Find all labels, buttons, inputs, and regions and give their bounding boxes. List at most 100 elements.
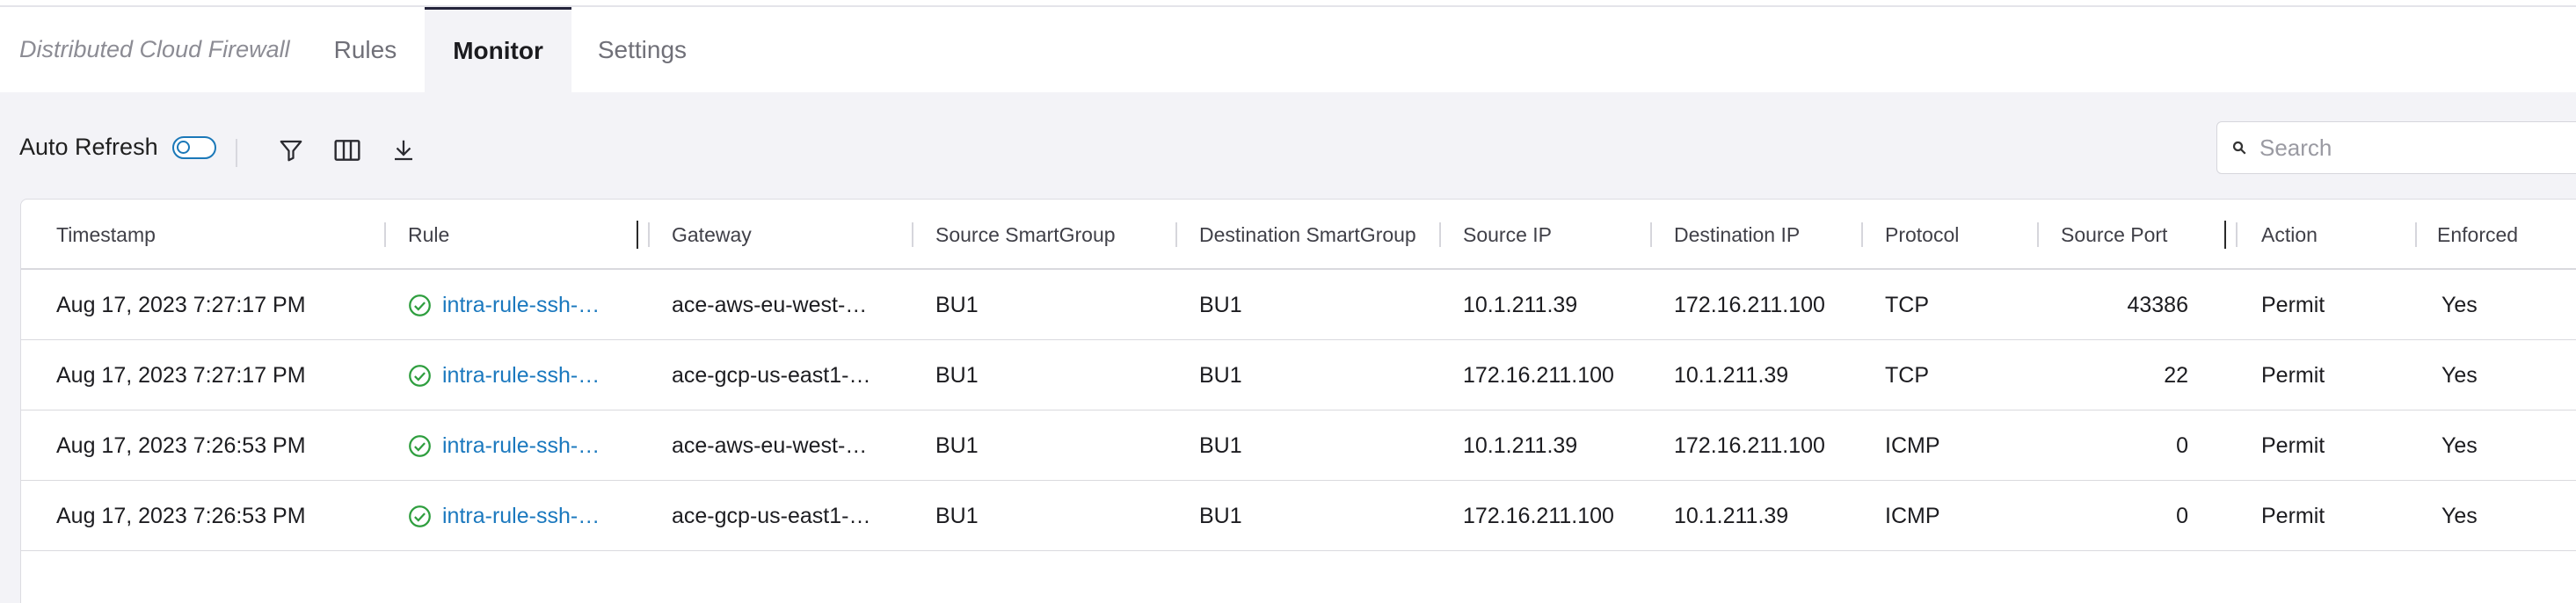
check-circle-icon [409,364,431,387]
cell-protocol: TCP [1885,362,1929,388]
logs-table: Timestamp Rule Gateway Source SmartGroup… [20,199,2576,603]
toolbar: Auto Refresh [0,121,2576,179]
col-destination-smartgroup[interactable]: Destination SmartGroup [1199,200,1416,270]
cell-action: Permit [2261,503,2325,528]
search-box [2216,121,2576,174]
col-source-smartgroup[interactable]: Source SmartGroup [935,200,1116,270]
rule-link[interactable]: intra-rule-ssh-… [408,433,600,459]
cell-rule: intra-rule-ssh-… [408,481,637,551]
rule-name: intra-rule-ssh-… [442,432,600,458]
check-circle-icon [409,434,431,457]
cell-action: Permit [2261,362,2325,388]
cell-source-port: 22 [2164,362,2188,388]
cell-gateway: ace-aws-eu-west-… [672,292,868,317]
cell-source-ip: 172.16.211.100 [1463,503,1614,528]
cell-source-ip: 10.1.211.39 [1463,432,1578,458]
table-row[interactable]: Aug 17, 2023 7:26:53 PM intra-rule-ssh-…… [21,481,2576,551]
rule-name: intra-rule-ssh-… [442,503,600,528]
col-enforced[interactable]: Enforced [2437,200,2518,270]
col-separator [1175,222,1177,247]
col-separator [648,222,650,247]
cell-gateway: ace-aws-eu-west-… [672,432,868,458]
auto-refresh-label: Auto Refresh [19,134,158,160]
cell-gateway: ace-gcp-us-east1-… [672,362,871,388]
cell-destination-ip: 10.1.211.39 [1674,362,1789,388]
col-rule[interactable]: Rule [408,200,449,270]
col-separator [1650,222,1652,247]
cell-enforced: Yes [2441,362,2478,388]
cell-rule: intra-rule-ssh-… [408,340,637,410]
cell-timestamp: Aug 17, 2023 7:27:17 PM [56,362,306,388]
tab-settings[interactable]: Settings [571,7,713,92]
search-icon [2231,139,2249,156]
table-header: Timestamp Rule Gateway Source SmartGroup… [21,200,2576,270]
rule-link[interactable]: intra-rule-ssh-… [408,293,600,318]
cell-source-smartgroup: BU1 [935,362,979,388]
cell-destination-ip: 10.1.211.39 [1674,503,1789,528]
table-row[interactable]: Aug 17, 2023 7:26:53 PM intra-rule-ssh-…… [21,410,2576,481]
auto-refresh: Auto Refresh [19,134,216,161]
cell-protocol: TCP [1885,292,1929,317]
filter-icon[interactable] [274,134,308,167]
col-separator [1439,222,1441,247]
col-gateway[interactable]: Gateway [672,200,752,270]
check-circle-icon [409,505,431,527]
rule-name: intra-rule-ssh-… [442,362,600,388]
col-separator [2037,222,2039,247]
cell-source-smartgroup: BU1 [935,432,979,458]
cell-source-smartgroup: BU1 [935,292,979,317]
cell-destination-smartgroup: BU1 [1199,432,1242,458]
cell-destination-ip: 172.16.211.100 [1674,432,1825,458]
col-destination-ip[interactable]: Destination IP [1674,200,1800,270]
top-border [0,0,2576,7]
cell-rule: intra-rule-ssh-… [408,410,637,481]
app-title: Distributed Cloud Firewall [19,36,290,62]
cell-timestamp: Aug 17, 2023 7:26:53 PM [56,503,306,528]
tab-bar: Distributed Cloud Firewall Rules Monitor… [0,7,2576,92]
cell-destination-smartgroup: BU1 [1199,292,1242,317]
toggle-knob [176,140,190,154]
cell-timestamp: Aug 17, 2023 7:26:53 PM [56,432,306,458]
cell-enforced: Yes [2441,432,2478,458]
cell-enforced: Yes [2441,292,2478,317]
cell-protocol: ICMP [1885,432,1940,458]
rule-link[interactable]: intra-rule-ssh-… [408,504,600,529]
tab-monitor[interactable]: Monitor [425,7,571,92]
cell-source-port: 0 [2176,503,2188,528]
cell-source-ip: 10.1.211.39 [1463,292,1578,317]
cell-source-smartgroup: BU1 [935,503,979,528]
cell-destination-ip: 172.16.211.100 [1674,292,1825,317]
columns-icon[interactable] [331,134,364,167]
tab-rules[interactable]: Rules [308,7,426,92]
col-separator [2415,222,2417,247]
col-separator [384,222,386,247]
col-timestamp[interactable]: Timestamp [56,200,156,270]
col-source-ip[interactable]: Source IP [1463,200,1552,270]
auto-refresh-toggle[interactable] [171,135,216,159]
check-circle-icon [409,294,431,316]
toolbar-divider [236,139,237,167]
table-row[interactable]: Aug 17, 2023 7:27:17 PM intra-rule-ssh-…… [21,340,2576,410]
cell-destination-smartgroup: BU1 [1199,362,1242,388]
rule-link[interactable]: intra-rule-ssh-… [408,363,600,389]
col-protocol[interactable]: Protocol [1885,200,1959,270]
cell-action: Permit [2261,292,2325,317]
cell-source-ip: 172.16.211.100 [1463,362,1614,388]
cell-destination-smartgroup: BU1 [1199,503,1242,528]
col-resize-handle[interactable] [2224,221,2226,249]
cell-rule: intra-rule-ssh-… [408,270,637,340]
col-resize-handle[interactable] [637,221,638,249]
download-icon[interactable] [387,134,420,167]
col-action[interactable]: Action [2261,200,2318,270]
rule-name: intra-rule-ssh-… [442,292,600,317]
col-source-port[interactable]: Source Port [2061,200,2167,270]
cell-enforced: Yes [2441,503,2478,528]
cell-source-port: 43386 [2127,292,2188,317]
cell-source-port: 0 [2176,432,2188,458]
search-input[interactable] [2259,134,2576,162]
cell-action: Permit [2261,432,2325,458]
cell-protocol: ICMP [1885,503,1940,528]
col-separator [1861,222,1863,247]
table-row[interactable]: Aug 17, 2023 7:27:17 PM intra-rule-ssh-…… [21,270,2576,340]
col-separator [912,222,913,247]
